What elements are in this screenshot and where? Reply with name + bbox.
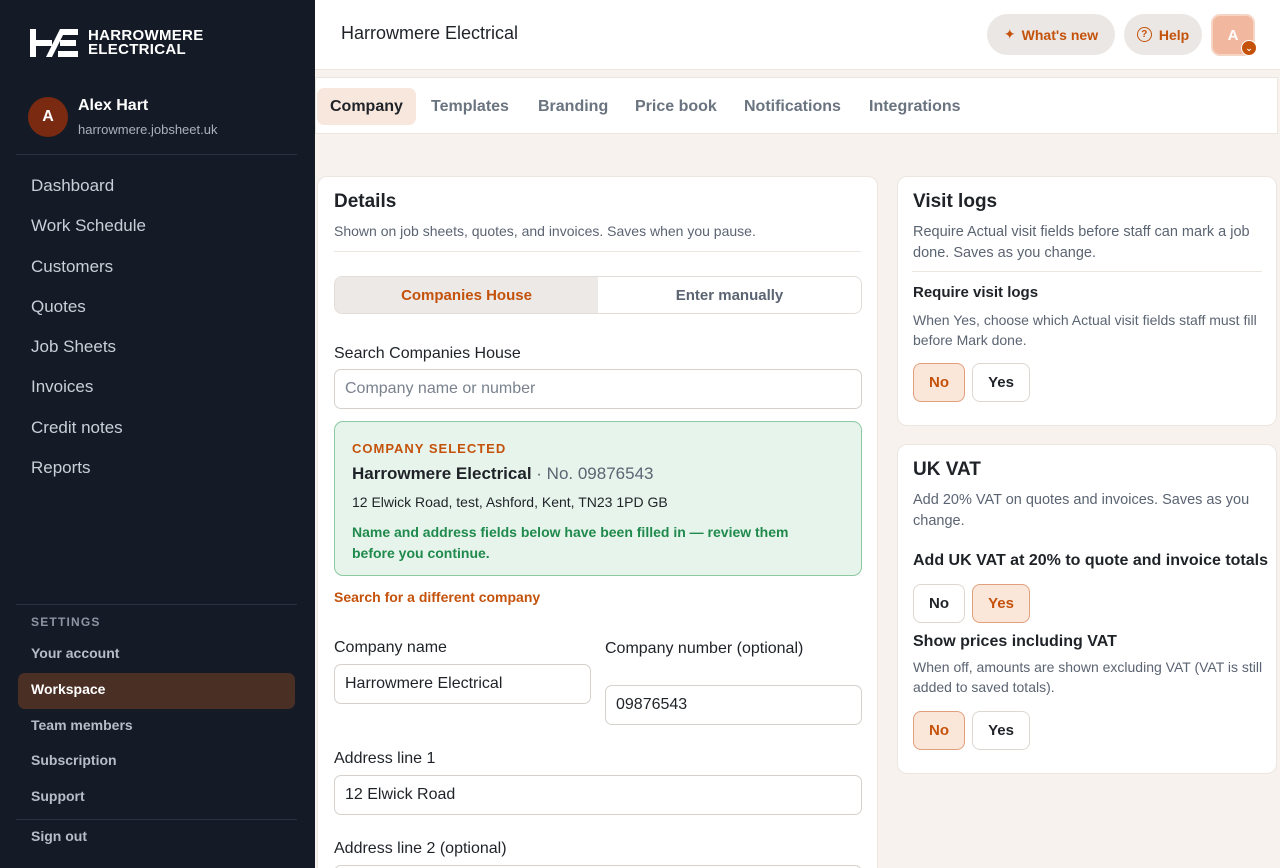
divider bbox=[16, 819, 297, 820]
logo-wordmark: HARROWMERE ELECTRICAL bbox=[88, 27, 204, 58]
company-name-field[interactable]: Harrowmere Electrical bbox=[334, 664, 591, 704]
selected-company-number: · No. 09876543 bbox=[536, 464, 654, 483]
nav-item-customers[interactable]: Customers bbox=[31, 249, 146, 289]
nav-item-work-schedule[interactable]: Work Schedule bbox=[31, 208, 146, 248]
nav-item-invoices[interactable]: Invoices bbox=[31, 369, 146, 409]
nav-item-quotes[interactable]: Quotes bbox=[31, 289, 146, 329]
avatar: A bbox=[28, 96, 68, 137]
settings-tabs: Company Templates Branding Price book No… bbox=[315, 77, 1278, 134]
help-circle-icon: ? bbox=[1136, 27, 1152, 42]
uk-vat-subtitle: Add 20% VAT on quotes and invoices. Save… bbox=[913, 492, 1250, 529]
help-button[interactable]: ? Help bbox=[1124, 14, 1202, 55]
add-vat-no-button[interactable]: No bbox=[913, 584, 965, 623]
add-vat-label: Add UK VAT at 20% to quote and invoice t… bbox=[913, 552, 1268, 569]
selected-tag: COMPANY SELECTED bbox=[352, 441, 507, 456]
settings-item-team-members[interactable]: Team members bbox=[18, 709, 295, 745]
show-prices-incl-vat-help: When off, amounts are shown excluding VA… bbox=[913, 659, 1263, 695]
mode-enter-manually[interactable]: Enter manually bbox=[598, 277, 861, 313]
whats-new-label: What's new bbox=[1021, 26, 1099, 43]
selected-company-name: Harrowmere Electrical · No. 09876543 bbox=[352, 464, 654, 483]
settings-item-workspace[interactable]: Workspace bbox=[18, 672, 295, 709]
tab-company[interactable]: Company bbox=[317, 88, 416, 125]
company-number-label: Company number (optional) bbox=[605, 640, 804, 657]
selected-note: Name and address fields below have been … bbox=[352, 524, 789, 561]
account-menu-button[interactable]: A ⌄ bbox=[1211, 14, 1257, 56]
user-domain: harrowmere.jobsheet.uk bbox=[78, 122, 218, 137]
divider bbox=[334, 251, 861, 252]
visit-logs-no-button[interactable]: No bbox=[913, 363, 965, 402]
show-incl-vat-no-button[interactable]: No bbox=[913, 711, 965, 750]
divider bbox=[912, 271, 1262, 272]
address-line-1-field[interactable]: 12 Elwick Road bbox=[334, 775, 862, 815]
nav-item-credit-notes[interactable]: Credit notes bbox=[31, 410, 146, 450]
settings-heading: SETTINGS bbox=[31, 615, 101, 629]
chevron-down-icon: ⌄ bbox=[1241, 40, 1257, 56]
divider bbox=[16, 154, 297, 155]
company-name-label: Company name bbox=[334, 639, 447, 656]
visit-logs-subtitle: Require Actual visit fields before staff… bbox=[913, 224, 1250, 261]
tab-notifications[interactable]: Notifications bbox=[731, 88, 854, 125]
tab-integrations[interactable]: Integrations bbox=[856, 88, 974, 125]
nav-item-dashboard[interactable]: Dashboard bbox=[31, 168, 146, 208]
show-prices-incl-vat-label: Show prices including VAT bbox=[913, 633, 1117, 650]
show-incl-vat-yes-button[interactable]: Yes bbox=[972, 711, 1030, 750]
user-profile[interactable]: A Alex Hart harrowmere.jobsheet.uk bbox=[28, 96, 217, 137]
tab-templates[interactable]: Templates bbox=[418, 88, 522, 125]
nav-item-reports[interactable]: Reports bbox=[31, 450, 146, 490]
top-header: Harrowmere Electrical ✦ What's new ? Hel… bbox=[315, 0, 1280, 70]
require-visit-logs-label: Require visit logs bbox=[913, 284, 1039, 301]
search-label: Search Companies House bbox=[334, 345, 521, 362]
sidebar: HARROWMERE ELECTRICAL A Alex Hart harrow… bbox=[0, 0, 315, 868]
visit-logs-yes-button[interactable]: Yes bbox=[972, 363, 1030, 402]
address-line-1-label: Address line 1 bbox=[334, 750, 436, 767]
help-label: Help bbox=[1158, 26, 1190, 43]
avatar-initial: A bbox=[1227, 26, 1239, 44]
details-subtitle: Shown on job sheets, quotes, and invoice… bbox=[334, 223, 756, 239]
uk-vat-title: UK VAT bbox=[913, 459, 981, 480]
tab-price-book[interactable]: Price book bbox=[622, 88, 730, 125]
company-number-field[interactable]: 09876543 bbox=[605, 685, 862, 725]
company-search-input[interactable]: Company name or number bbox=[334, 369, 862, 409]
details-card: Details Shown on job sheets, quotes, and… bbox=[317, 176, 878, 868]
add-vat-yes-button[interactable]: Yes bbox=[972, 584, 1030, 623]
company-selected-panel: COMPANY SELECTED Harrowmere Electrical ·… bbox=[334, 421, 862, 576]
tab-branding[interactable]: Branding bbox=[525, 88, 621, 125]
lookup-mode-toggle: Companies House Enter manually bbox=[334, 276, 862, 314]
details-title: Details bbox=[334, 191, 397, 212]
search-different-company-link[interactable]: Search for a different company bbox=[334, 589, 540, 605]
brand-logo[interactable]: HARROWMERE ELECTRICAL bbox=[30, 26, 204, 60]
sparkle-icon: ✦ bbox=[1003, 26, 1016, 42]
page-title: Harrowmere Electrical bbox=[341, 23, 519, 43]
settings-item-your-account[interactable]: Your account bbox=[18, 637, 295, 673]
mode-companies-house[interactable]: Companies House bbox=[335, 277, 598, 313]
settings-nav: Your account Workspace Team members Subs… bbox=[18, 637, 295, 816]
selected-company-address: 12 Elwick Road, test, Ashford, Kent, TN2… bbox=[352, 494, 668, 510]
divider bbox=[16, 604, 297, 605]
uk-vat-card: UK VAT Add 20% VAT on quotes and invoice… bbox=[897, 444, 1277, 774]
visit-logs-title: Visit logs bbox=[913, 191, 998, 212]
address-line-2-label: Address line 2 (optional) bbox=[334, 840, 507, 857]
visit-logs-card: Visit logs Require Actual visit fields b… bbox=[897, 176, 1277, 426]
sign-out-button[interactable]: Sign out bbox=[31, 828, 87, 844]
settings-item-subscription[interactable]: Subscription bbox=[18, 744, 295, 780]
whats-new-button[interactable]: ✦ What's new bbox=[987, 14, 1115, 55]
nav-item-job-sheets[interactable]: Job Sheets bbox=[31, 329, 146, 369]
user-name: Alex Hart bbox=[78, 97, 149, 114]
logo-mark-icon bbox=[30, 27, 80, 59]
settings-item-support[interactable]: Support bbox=[18, 780, 295, 816]
main-nav: Dashboard Work Schedule Customers Quotes… bbox=[31, 168, 146, 490]
require-visit-logs-help: When Yes, choose which Actual visit fiel… bbox=[913, 312, 1257, 348]
